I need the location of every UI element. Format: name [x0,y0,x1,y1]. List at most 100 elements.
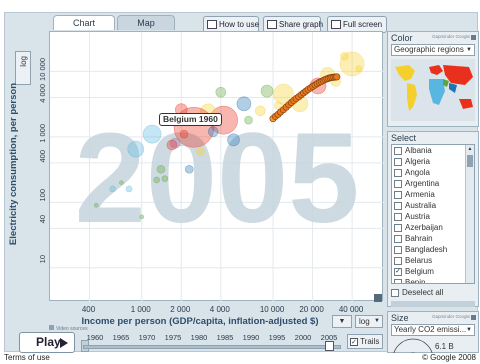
size-legend: 6.1 B [391,337,477,364]
region-map-legend[interactable] [391,59,475,121]
country-checkbox[interactable] [394,212,402,221]
country-checkbox[interactable] [394,234,402,243]
deselect-all-checkbox[interactable] [391,288,399,297]
country-checkbox[interactable] [394,278,402,283]
country-bubble [119,180,124,185]
country-checkbox[interactable] [394,190,402,199]
country-item[interactable]: Azerbaijan [392,222,462,233]
country-bubble [227,133,240,147]
country-item[interactable]: Belarus [392,255,462,266]
deselect-all[interactable]: Deselect all [391,287,475,299]
x-tick-label: 400 [81,305,96,314]
color-select[interactable]: Geographic regions ▼ [391,44,475,56]
size-select[interactable]: Yearly CO2 emissi... ▼ [391,324,475,336]
y-tick-text: 400 [38,149,47,163]
country-bubble [244,115,253,125]
country-bubble [196,147,205,156]
y-tick-label: 10 000 [33,58,47,83]
select-panel: Select ▲ Albania Algeria Angola Argentina Ar… [387,131,479,307]
country-checkbox[interactable] [394,179,402,188]
country-checkbox[interactable] [394,146,402,155]
region-south-asia [449,83,457,93]
y-tick-label: 400 [33,150,47,165]
country-checkbox[interactable] [394,245,402,254]
y-scale-select[interactable]: log [15,51,31,85]
country-label: Bangladesh [405,245,448,254]
region-africa [429,79,445,105]
country-item[interactable]: Bangladesh [392,244,462,255]
country-bubble [355,65,363,72]
country-checkbox[interactable] [394,201,402,210]
timeline-year-label: 1970 [138,333,156,342]
country-item[interactable]: Algeria [392,156,462,167]
zoom-icon[interactable] [374,294,382,302]
country-checkbox[interactable] [394,223,402,232]
size-legend-value: 6.1 B [435,342,454,351]
full-screen-label: Full screen [343,20,383,29]
tab-map[interactable]: Map [117,15,175,30]
chart-plot-area[interactable]: 2005 [49,31,384,302]
country-item[interactable]: Argentina [392,178,462,189]
country-checkbox[interactable]: ✓ [394,267,402,276]
country-bubble [236,96,252,112]
country-bubble [260,84,274,98]
video-icon [49,325,54,330]
size-select-value: Yearly CO2 emissi... [394,325,467,334]
country-bubble [184,164,194,174]
country-item[interactable]: Albania [392,145,462,156]
country-item[interactable]: Benin [392,277,462,283]
panel-menu-icon[interactable] [471,315,476,320]
country-item[interactable]: Angola [392,167,462,178]
country-checkbox[interactable] [394,256,402,265]
x-tick-label: 2 000 [170,305,191,314]
trails-toggle[interactable]: ✓ Trails [347,334,383,349]
country-item[interactable]: Austria [392,211,462,222]
terms-of-use-link[interactable]: Terms of use [4,353,50,362]
country-bubble [255,105,266,117]
x-scale-select[interactable]: log ▼ [355,315,383,328]
trails-checkbox[interactable]: ✓ [350,337,358,346]
country-item[interactable]: Australia [392,200,462,211]
x-tick-label: 40 000 [338,305,364,314]
timeline-slider[interactable]: 1960 1965 1970 1975 1980 1985 1990 1995 2000 2005 [81,333,343,353]
country-bubble [215,86,227,98]
y-axis-title[interactable]: Electricity consumption, per person [5,83,23,283]
timeline-track [83,345,341,349]
x-axis-title[interactable]: Income per person (GDP/capita, inflation… [75,316,325,330]
trails-label: Trails [360,337,380,346]
panel-menu-icon[interactable] [471,35,476,40]
trail-point [333,73,341,81]
chevron-down-icon: ▼ [466,325,472,335]
country-label: Austria [405,212,430,221]
country-label: Australia [405,201,437,210]
fullscreen-icon [331,20,341,30]
y-tick-label: 40 [33,215,47,225]
country-list-scrollbar[interactable]: ▲ [465,145,474,283]
y-tick-text: 100 [38,189,47,202]
country-label: Armenia [405,190,435,199]
timeline-thumb[interactable] [325,341,334,351]
country-callout: Belgium 1960 [159,113,222,126]
video-sources-link[interactable]: Video sources [49,325,88,332]
x-indicator-dropdown[interactable]: ▼ [332,315,352,328]
bubble-chart: 2005 [50,32,384,302]
play-button[interactable]: Play [19,332,75,353]
country-item[interactable]: Bahrain [392,233,462,244]
country-bubble [125,185,133,193]
country-list[interactable]: ▲ Albania Algeria Angola Argentina Armenia Au… [391,144,475,284]
region-europe [429,65,443,75]
scroll-up-icon[interactable]: ▲ [466,145,474,153]
country-checkbox[interactable] [394,157,402,166]
scroll-thumb[interactable] [467,155,473,167]
timeline-year-label: 2000 [294,333,312,342]
country-item[interactable]: ✓ Belgium [392,266,462,277]
region-oceania [459,99,473,109]
country-item[interactable]: Armenia [392,189,462,200]
copyright-text: © Google 2008 [422,353,476,362]
country-label: Bahrain [405,234,433,243]
country-bubble [127,140,145,158]
y-tick-text: 10 [38,254,47,264]
tab-chart[interactable]: Chart [53,15,115,30]
country-checkbox[interactable] [394,168,402,177]
timeline-year-label: 1960 [86,333,104,342]
